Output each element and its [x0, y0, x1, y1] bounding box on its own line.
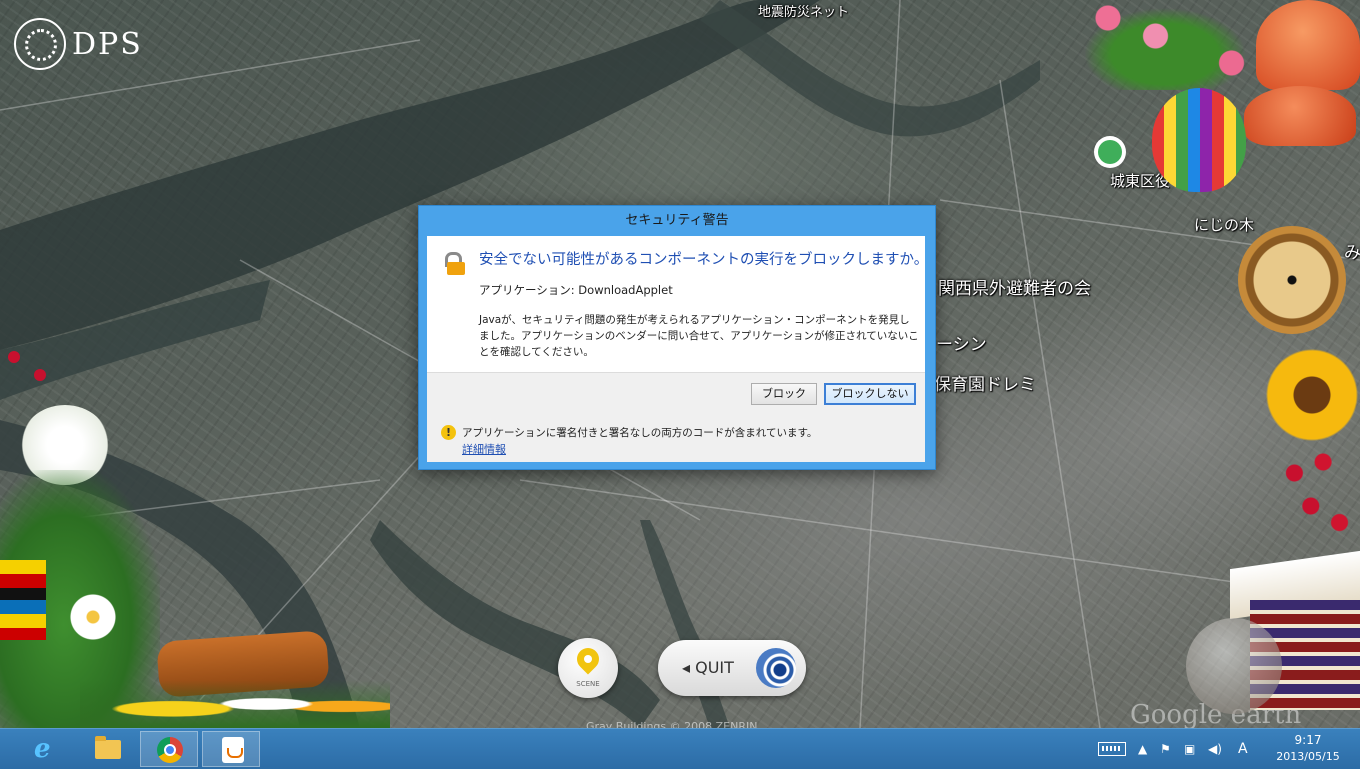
- map-label-nursery: 保育園ドレミ: [934, 375, 1036, 395]
- placemark-icon[interactable]: [1094, 136, 1126, 168]
- taskbar-chrome[interactable]: [140, 731, 198, 767]
- roses-top-right: [1070, 0, 1260, 90]
- dialog-content: 安全でない可能性があるコンポーネントの実行をブロックしますか。 アプリケーション…: [427, 236, 929, 462]
- map-label-kansai-evac: 関西県外避難者の会: [938, 279, 1091, 299]
- taskbar-java[interactable]: [202, 731, 260, 767]
- security-warning-dialog: セキュリティ警告 安全でない可能性があるコンポーネントの実行をブロックしますか。…: [418, 205, 936, 470]
- folder-icon: [95, 736, 121, 759]
- ime-indicator[interactable]: A: [1238, 729, 1248, 769]
- dialog-footer: ! アプリケーションに署名付きと署名なしの両方のコードが含まれています。 詳細情…: [427, 413, 925, 462]
- mushroom-icon: [1256, 0, 1360, 90]
- dialog-title[interactable]: セキュリティ警告: [419, 206, 935, 236]
- compass-icon: [1238, 226, 1346, 334]
- warning-shield-icon: !: [441, 425, 456, 440]
- dialog-heading: 安全でない可能性があるコンポーネントの実行をブロックしますか。: [479, 252, 929, 268]
- berries-right: [1278, 440, 1360, 550]
- clock-time[interactable]: 9:17: [1268, 733, 1348, 747]
- dps-logo-text: DPS: [72, 26, 143, 62]
- dps-logo: DPS: [14, 18, 143, 70]
- map-attribution: Gray Buildings © 2008 ZENRIN: [586, 720, 758, 728]
- map-label-nijinoki: にじの木: [1194, 216, 1255, 234]
- dialog-warning-text: アプリケーションに署名付きと署名なしの両方のコードが含まれています。: [462, 427, 818, 439]
- quit-emblem-icon: [756, 648, 796, 688]
- book-stack-left: [0, 560, 46, 640]
- clock-date[interactable]: 2013/05/15: [1268, 750, 1348, 763]
- map-pin-icon: [572, 643, 604, 675]
- quit-label: ◂ QUIT: [682, 658, 734, 677]
- scene-button[interactable]: SCENE: [558, 638, 618, 698]
- more-info-link[interactable]: 詳細情報: [462, 441, 506, 457]
- dialog-button-bar: ブロック ブロックしない: [427, 372, 925, 413]
- volume-icon[interactable]: ◀): [1208, 729, 1222, 769]
- dialog-application-name: アプリケーション: DownloadApplet: [479, 283, 673, 297]
- hot-air-balloon-icon: [1152, 88, 1246, 192]
- dps-emblem-icon: [14, 18, 66, 70]
- flowers-bottom: [80, 680, 390, 728]
- dialog-message: Javaが、セキュリティ問題の発生が考えられるアプリケーション・コンポーネントを…: [479, 314, 919, 358]
- lamp-icon: [1186, 618, 1282, 714]
- map-label-fragment: み: [1344, 243, 1360, 263]
- block-button[interactable]: ブロック: [751, 383, 817, 405]
- network-icon[interactable]: ▣: [1184, 729, 1195, 769]
- taskbar-file-explorer[interactable]: [78, 731, 136, 767]
- action-center-flag-icon[interactable]: ⚑: [1160, 729, 1171, 769]
- dont-block-button[interactable]: ブロックしない: [824, 383, 916, 405]
- show-hidden-icons-icon[interactable]: ▲: [1138, 729, 1147, 769]
- quit-button[interactable]: ◂ QUIT: [658, 640, 806, 696]
- taskbar-internet-explorer[interactable]: e: [16, 731, 74, 767]
- white-flower-icon: [68, 592, 118, 642]
- map-label-network: 地震防災ネット: [758, 5, 850, 20]
- mushroom-small-icon: [1244, 86, 1356, 146]
- chrome-icon: [157, 737, 183, 763]
- touch-keyboard-icon[interactable]: [1098, 742, 1126, 756]
- scene-label: SCENE: [576, 680, 600, 688]
- sunflower-icon: [1264, 340, 1360, 450]
- taskbar: e ▲ ⚑ ▣ ◀) A 9:17 2013/05/15: [0, 728, 1360, 769]
- internet-explorer-icon: e: [34, 734, 51, 764]
- java-icon: [222, 737, 244, 763]
- map-label-station: ーシン: [936, 335, 987, 355]
- unlocked-padlock-icon: [443, 252, 465, 275]
